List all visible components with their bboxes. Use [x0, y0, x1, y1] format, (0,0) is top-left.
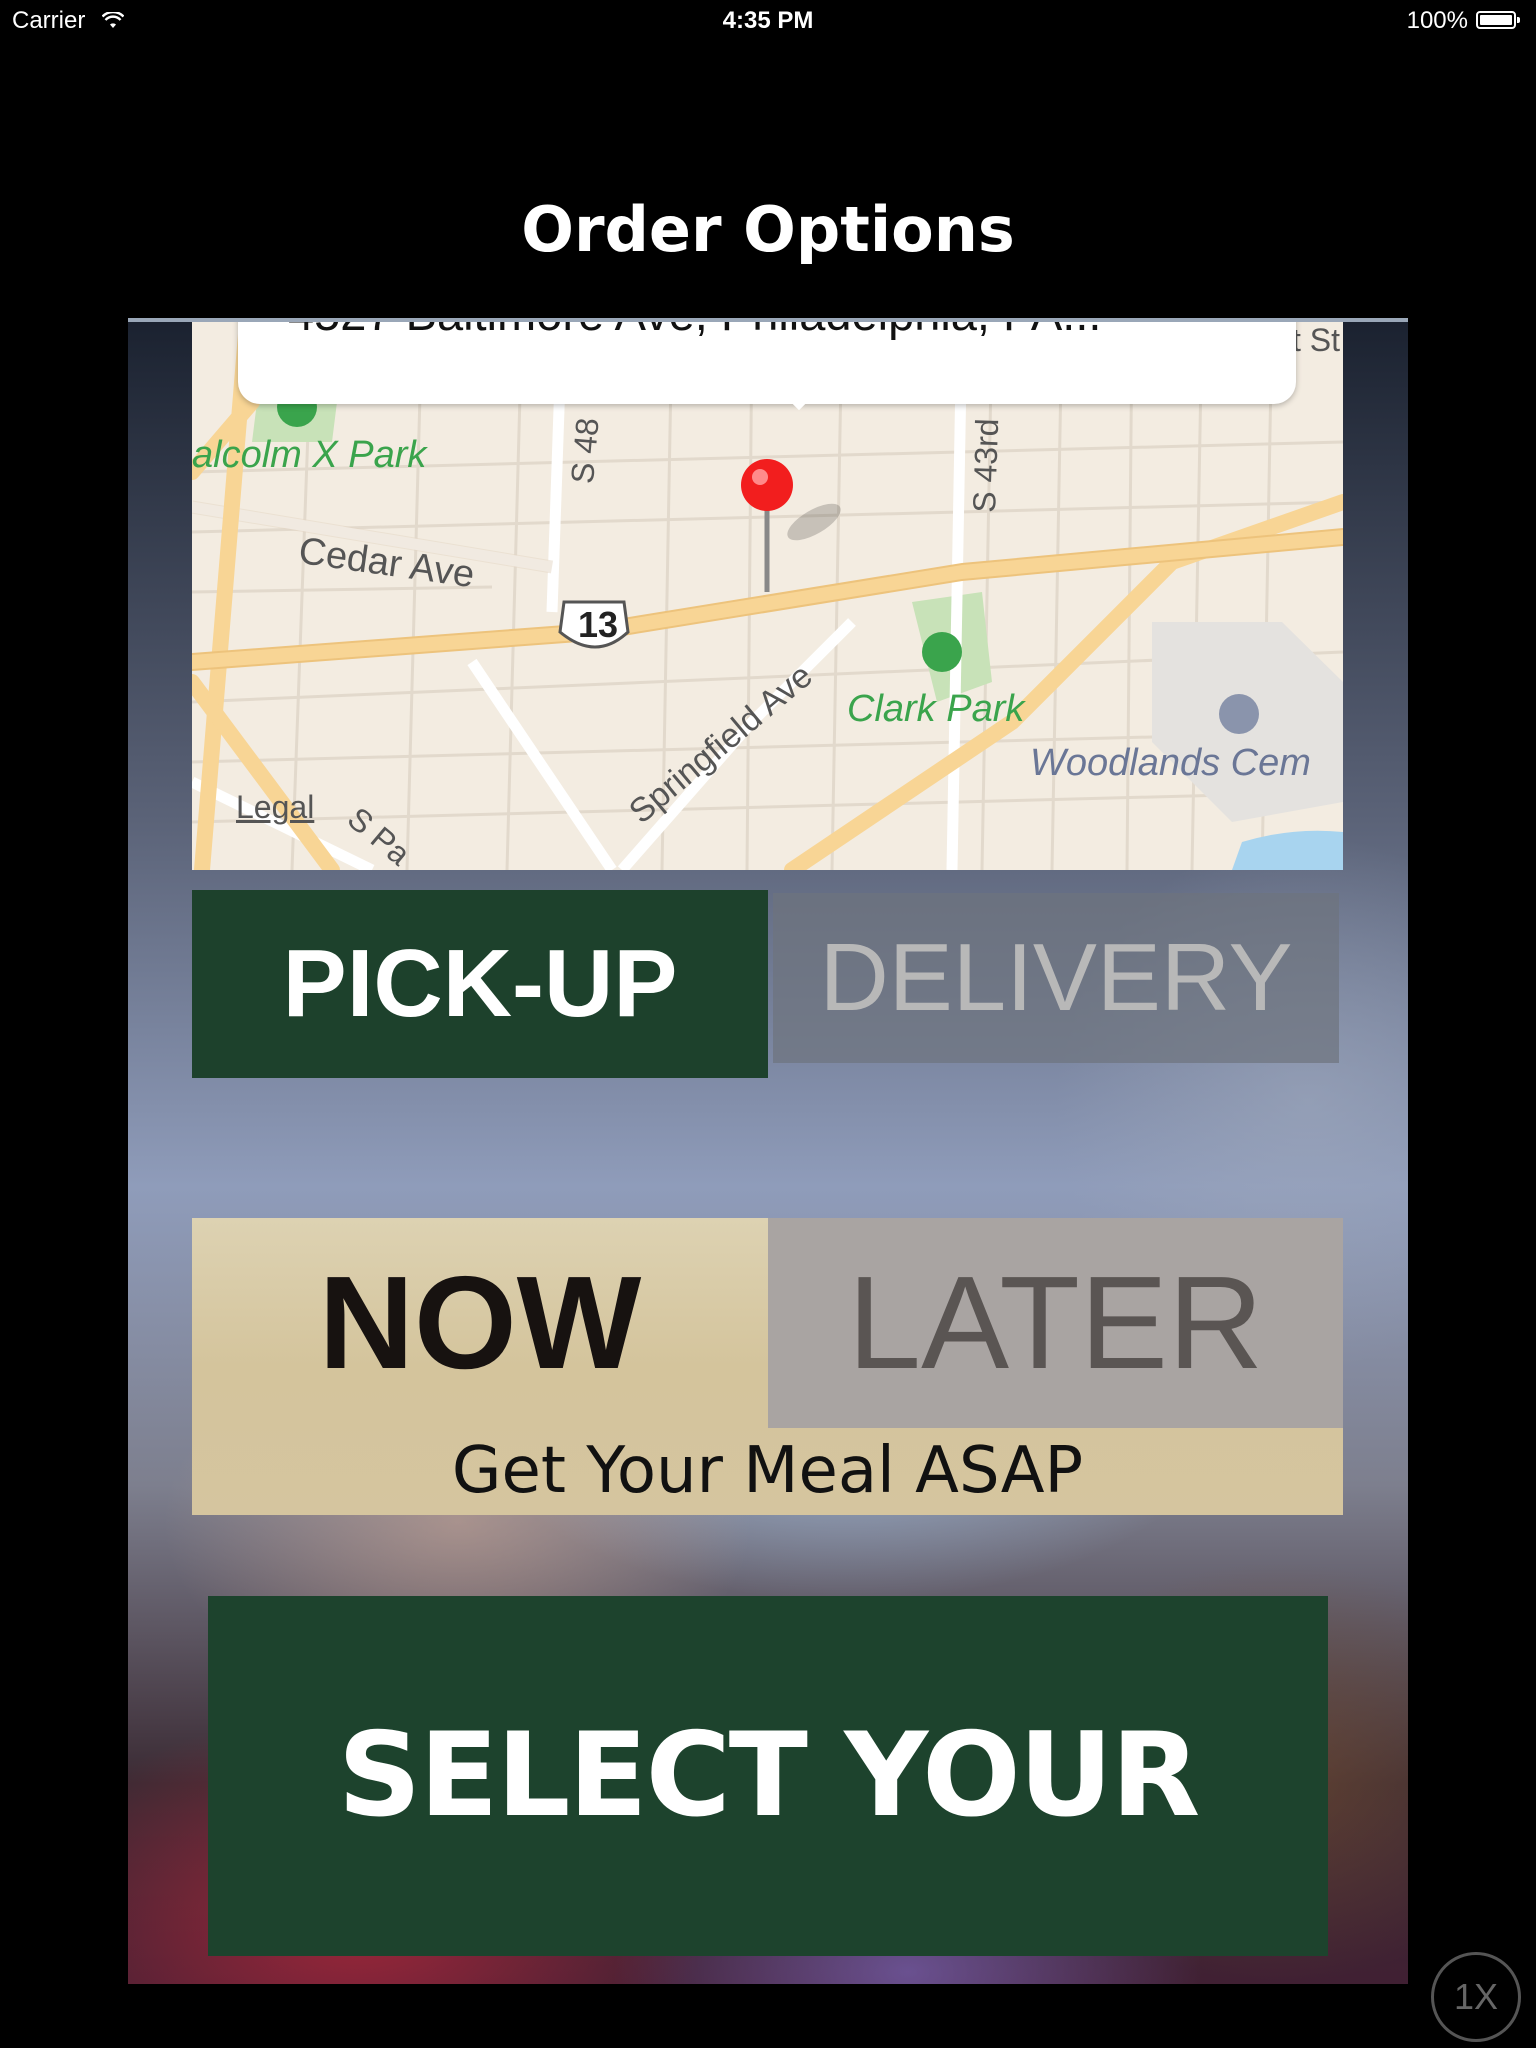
map-label-s48: S 48 — [564, 416, 606, 486]
location-map[interactable]: alcolm X Park Cedar Ave S 48 S 43rd 13 S… — [192, 322, 1343, 870]
map-label-woodlands: Woodlands Cem — [1030, 742, 1311, 784]
order-options-panel: alcolm X Park Cedar Ave S 48 S 43rd 13 S… — [128, 318, 1408, 1984]
map-label-clark-park: Clark Park — [847, 688, 1025, 730]
map-legal-link[interactable]: Legal — [236, 789, 314, 826]
timing-selector: NOW LATER Get Your Meal ASAP — [192, 1218, 1343, 1515]
address-text: 4527 Baltimore Ave, Philadelphia, PA... — [288, 322, 1101, 341]
select-items-button[interactable]: SELECT YOUR ITEMS — [208, 1596, 1328, 1956]
map-label-s43: S 43rd — [966, 417, 1006, 514]
delivery-button[interactable]: DELIVERY — [773, 893, 1339, 1063]
callout-pointer — [770, 353, 828, 411]
status-bar: Carrier 4:35 PM 100% — [0, 0, 1536, 40]
battery-percent: 100% — [1406, 7, 1468, 34]
pickup-button[interactable]: PICK-UP — [192, 890, 768, 1078]
later-button[interactable]: LATER — [768, 1218, 1343, 1428]
clock: 4:35 PM — [722, 7, 814, 34]
battery-icon — [1476, 11, 1520, 29]
page-title: Order Options — [521, 193, 1015, 266]
address-callout[interactable]: 4527 Baltimore Ave, Philadelphia, PA... — [238, 322, 1296, 411]
map-label-malcolm-x-park: alcolm X Park — [192, 434, 427, 476]
now-button[interactable]: NOW — [192, 1218, 768, 1428]
map-label-top-right: t St — [1292, 322, 1341, 358]
timing-caption: Get Your Meal ASAP — [451, 1434, 1084, 1508]
speed-toggle-button[interactable]: 1X — [1431, 1952, 1521, 2042]
route-13-label: 13 — [578, 604, 619, 645]
map-graphic — [192, 322, 1343, 870]
